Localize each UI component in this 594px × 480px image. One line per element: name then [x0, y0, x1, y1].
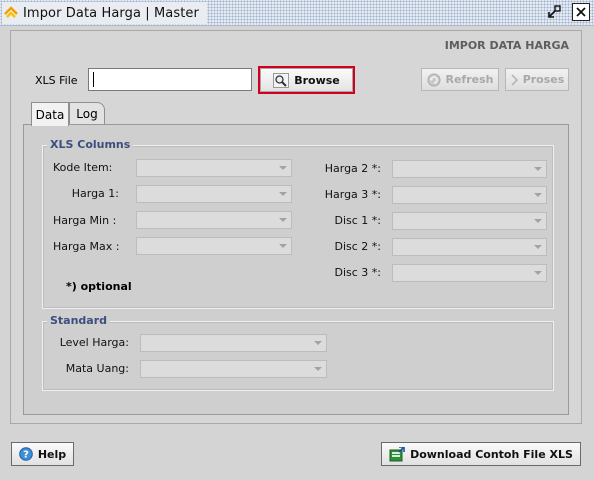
disc-2-select[interactable] — [392, 238, 547, 256]
tab-log-label: Log — [76, 107, 98, 121]
close-icon — [576, 7, 586, 17]
text-caret — [93, 72, 94, 87]
harga-2-select[interactable] — [392, 160, 547, 178]
proses-button[interactable]: Proses — [505, 68, 569, 91]
harga-min-select[interactable] — [136, 211, 292, 229]
download-excel-icon — [389, 446, 405, 462]
chevron-right-icon — [510, 73, 518, 86]
page-title: IMPOR DATA HARGA — [444, 39, 569, 52]
refresh-label: Refresh — [445, 73, 494, 86]
standard-group: Standard Level Harga: Mata Uang: — [42, 314, 554, 391]
help-button[interactable]: ? Help — [11, 442, 74, 466]
disc-2-label: Disc 2 *: — [334, 240, 381, 253]
title-bar: Impor Data Harga | Master — [0, 0, 594, 26]
main-panel: IMPOR DATA HARGA XLS File Browse Refresh — [10, 30, 582, 424]
window-title: Impor Data Harga | Master — [23, 5, 199, 21]
disc-1-label: Disc 1 *: — [334, 214, 381, 227]
harga-max-label: Harga Max : — [53, 240, 120, 253]
help-label: Help — [37, 447, 67, 461]
chevron-down-icon — [314, 341, 322, 345]
level-harga-select[interactable] — [140, 334, 327, 352]
restore-window-icon — [548, 5, 561, 18]
chevron-down-icon — [279, 244, 287, 248]
browse-label: Browse — [294, 73, 340, 87]
svg-text:?: ? — [23, 450, 29, 461]
harga-3-label: Harga 3 *: — [324, 188, 381, 201]
disc-3-label: Disc 3 *: — [334, 266, 381, 279]
optional-note: *) optional — [66, 280, 132, 293]
harga-2-label: Harga 2 *: — [324, 162, 381, 175]
xls-file-input[interactable] — [88, 68, 252, 91]
harga-1-select[interactable] — [136, 185, 292, 203]
chevron-down-icon — [534, 245, 542, 249]
chevron-down-icon — [314, 367, 322, 371]
mata-uang-label: Mata Uang: — [65, 362, 129, 375]
restore-window-button[interactable] — [545, 3, 563, 21]
xls-file-label: XLS File — [35, 74, 78, 87]
level-harga-label: Level Harga: — [59, 336, 129, 349]
xls-columns-legend: XLS Columns — [47, 138, 134, 151]
chevron-down-icon — [534, 219, 542, 223]
disc-3-select[interactable] — [392, 264, 547, 282]
download-sample-button[interactable]: Download Contoh File XLS — [381, 442, 581, 466]
chevron-down-icon — [279, 218, 287, 222]
browse-button[interactable]: Browse — [258, 66, 355, 94]
kode-item-label: Kode Item: — [53, 161, 113, 174]
kode-item-select[interactable] — [136, 159, 292, 177]
app-logo-icon — [4, 6, 18, 20]
harga-min-label: Harga Min : — [53, 214, 117, 227]
harga-max-select[interactable] — [136, 237, 292, 255]
tab-log[interactable]: Log — [69, 102, 105, 125]
magnifier-icon — [273, 72, 290, 88]
tab-data[interactable]: Data — [31, 102, 69, 126]
help-icon: ? — [19, 447, 33, 461]
title-wrap: Impor Data Harga | Master — [2, 2, 207, 24]
chevron-down-icon — [534, 193, 542, 197]
proses-label: Proses — [522, 73, 565, 86]
standard-legend: Standard — [47, 314, 111, 327]
harga-1-label: Harga 1: — [71, 187, 119, 200]
mata-uang-select[interactable] — [140, 360, 327, 378]
chevron-down-icon — [534, 271, 542, 275]
chevron-down-icon — [534, 167, 542, 171]
xls-columns-group: XLS Columns Kode Item: Harga 1: Harga Mi… — [42, 138, 554, 309]
data-tab-panel: XLS Columns Kode Item: Harga 1: Harga Mi… — [23, 124, 569, 415]
disc-1-select[interactable] — [392, 212, 547, 230]
refresh-button[interactable]: Refresh — [421, 68, 499, 91]
close-button[interactable] — [572, 3, 590, 21]
refresh-icon — [427, 73, 441, 87]
chevron-down-icon — [279, 166, 287, 170]
harga-3-select[interactable] — [392, 186, 547, 204]
tab-data-label: Data — [35, 107, 65, 122]
download-label: Download Contoh File XLS — [410, 447, 573, 461]
chevron-down-icon — [279, 192, 287, 196]
